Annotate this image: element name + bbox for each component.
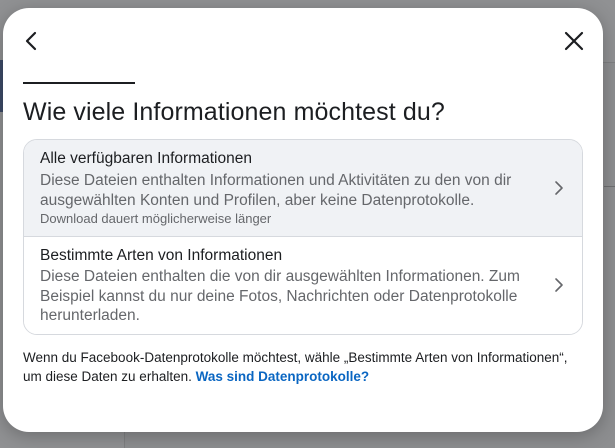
option-all-information[interactable]: Alle verfügbaren Informationen Diese Dat… bbox=[24, 140, 582, 237]
background-divider bbox=[604, 186, 615, 187]
step-progress-indicator bbox=[23, 82, 135, 84]
footer-note: Wenn du Facebook-Datenprotokolle möchtes… bbox=[23, 349, 583, 386]
back-button[interactable] bbox=[15, 24, 49, 58]
chevron-right-icon bbox=[555, 181, 563, 195]
option-note: Download dauert möglicherweise länger bbox=[40, 211, 272, 226]
close-icon bbox=[564, 31, 584, 51]
chevron-right-icon bbox=[555, 278, 563, 292]
option-title: Bestimmte Arten von Informationen bbox=[40, 247, 283, 264]
data-logs-help-link[interactable]: Was sind Datenprotokolle? bbox=[196, 369, 370, 384]
chevron-left-icon bbox=[25, 31, 37, 51]
option-description: Diese Dateien enthalten die von dir ausg… bbox=[40, 268, 520, 324]
option-description: Diese Dateien enthalten Informationen un… bbox=[40, 172, 512, 209]
options-list: Alle verfügbaren Informationen Diese Dat… bbox=[23, 139, 583, 335]
option-specific-information[interactable]: Bestimmte Arten von Informationen Diese … bbox=[24, 237, 582, 334]
close-button[interactable] bbox=[557, 24, 591, 58]
dialog-title: Wie viele Informationen möchtest du? bbox=[23, 98, 445, 126]
option-title: Alle verfügbaren Informationen bbox=[40, 150, 252, 167]
download-info-dialog: Wie viele Informationen möchtest du? All… bbox=[3, 8, 603, 432]
